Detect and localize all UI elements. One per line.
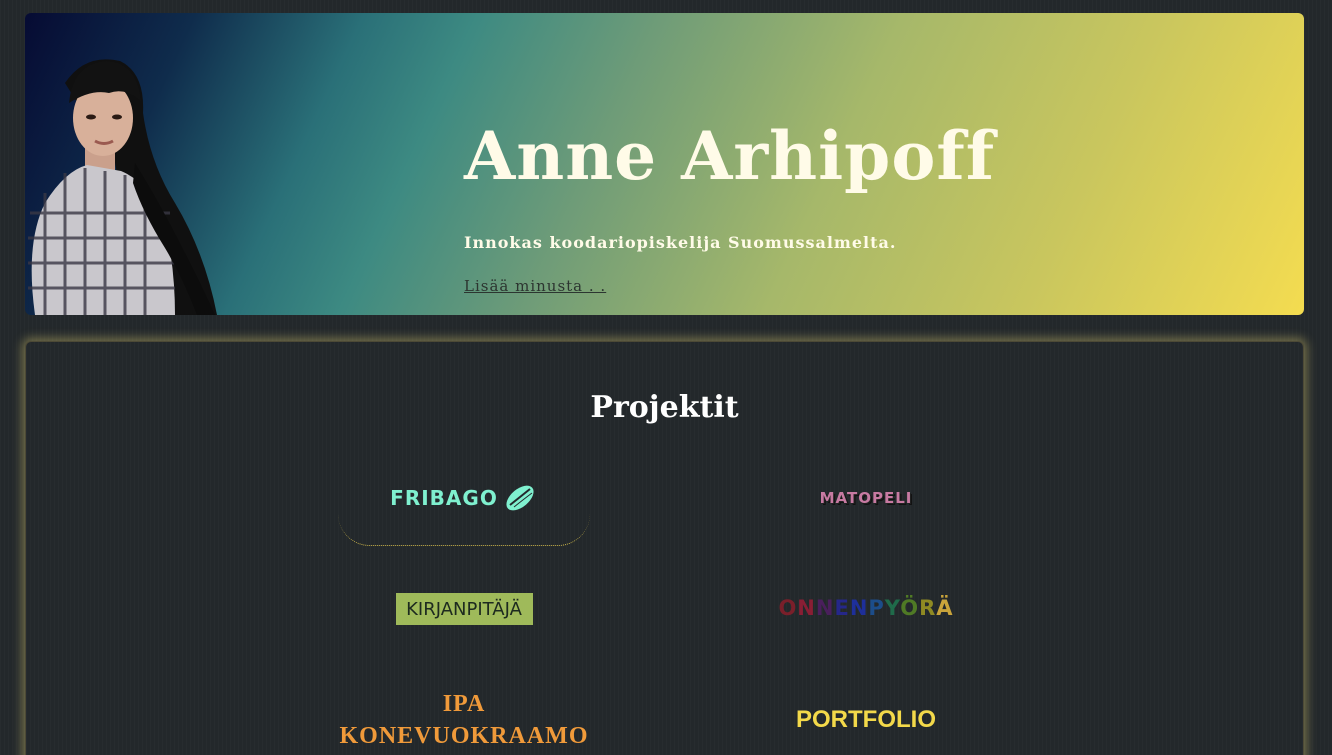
- project-label: ONNENPYÖRÄ: [778, 596, 953, 620]
- project-label: PORTFOLIO: [796, 706, 936, 733]
- onnenpyora-letter: Ö: [900, 596, 920, 620]
- project-label: KIRJANPITÄJÄ: [406, 598, 522, 620]
- project-ipa-konevuokraamo[interactable]: IPA KONEVUOKRAAMO: [338, 688, 590, 752]
- project-onnenpyora[interactable]: ONNENPYÖRÄ: [756, 590, 976, 626]
- onnenpyora-letter: R: [919, 596, 937, 620]
- project-label-line1: IPA: [442, 691, 486, 717]
- frisbee-icon: [506, 485, 534, 510]
- onnenpyora-letter: P: [868, 596, 885, 620]
- project-label-line2: KONEVUOKRAAMO: [339, 723, 589, 749]
- kirjanpitaja-logo: KIRJANPITÄJÄ: [395, 593, 533, 625]
- project-kirjanpitaja[interactable]: KIRJANPITÄJÄ: [394, 592, 534, 626]
- profile-photo: [28, 59, 217, 315]
- onnenpyora-letter: Y: [884, 596, 901, 620]
- project-label: MATOPELI: [819, 489, 913, 507]
- projects-title: Projektit: [590, 390, 739, 425]
- projects-panel: Projektit FRIBAGO MATOPELI KIRJANPITÄJÄ …: [25, 341, 1304, 755]
- hero-name: Anne Arhipoff: [464, 117, 996, 195]
- onnenpyora-letter: N: [849, 596, 869, 620]
- onnenpyora-letter: O: [778, 596, 798, 620]
- onnenpyora-letter: Ä: [936, 596, 954, 620]
- more-about-me-link[interactable]: Lisää minusta . .: [464, 277, 606, 295]
- project-portfolio[interactable]: PORTFOLIO: [766, 702, 966, 738]
- hero-banner: Anne Arhipoff Innokas koodariopiskelija …: [25, 13, 1304, 315]
- onnenpyora-letter: N: [797, 596, 816, 620]
- project-fribago[interactable]: FRIBAGO: [338, 450, 590, 546]
- onnenpyora-letter: E: [834, 596, 850, 620]
- onnenpyora-letter: N: [815, 596, 835, 620]
- project-matopeli[interactable]: MATOPELI: [766, 480, 966, 516]
- project-label: FRIBAGO: [390, 485, 498, 510]
- hero-tagline: Innokas koodariopiskelija Suomussalmelta…: [464, 233, 897, 252]
